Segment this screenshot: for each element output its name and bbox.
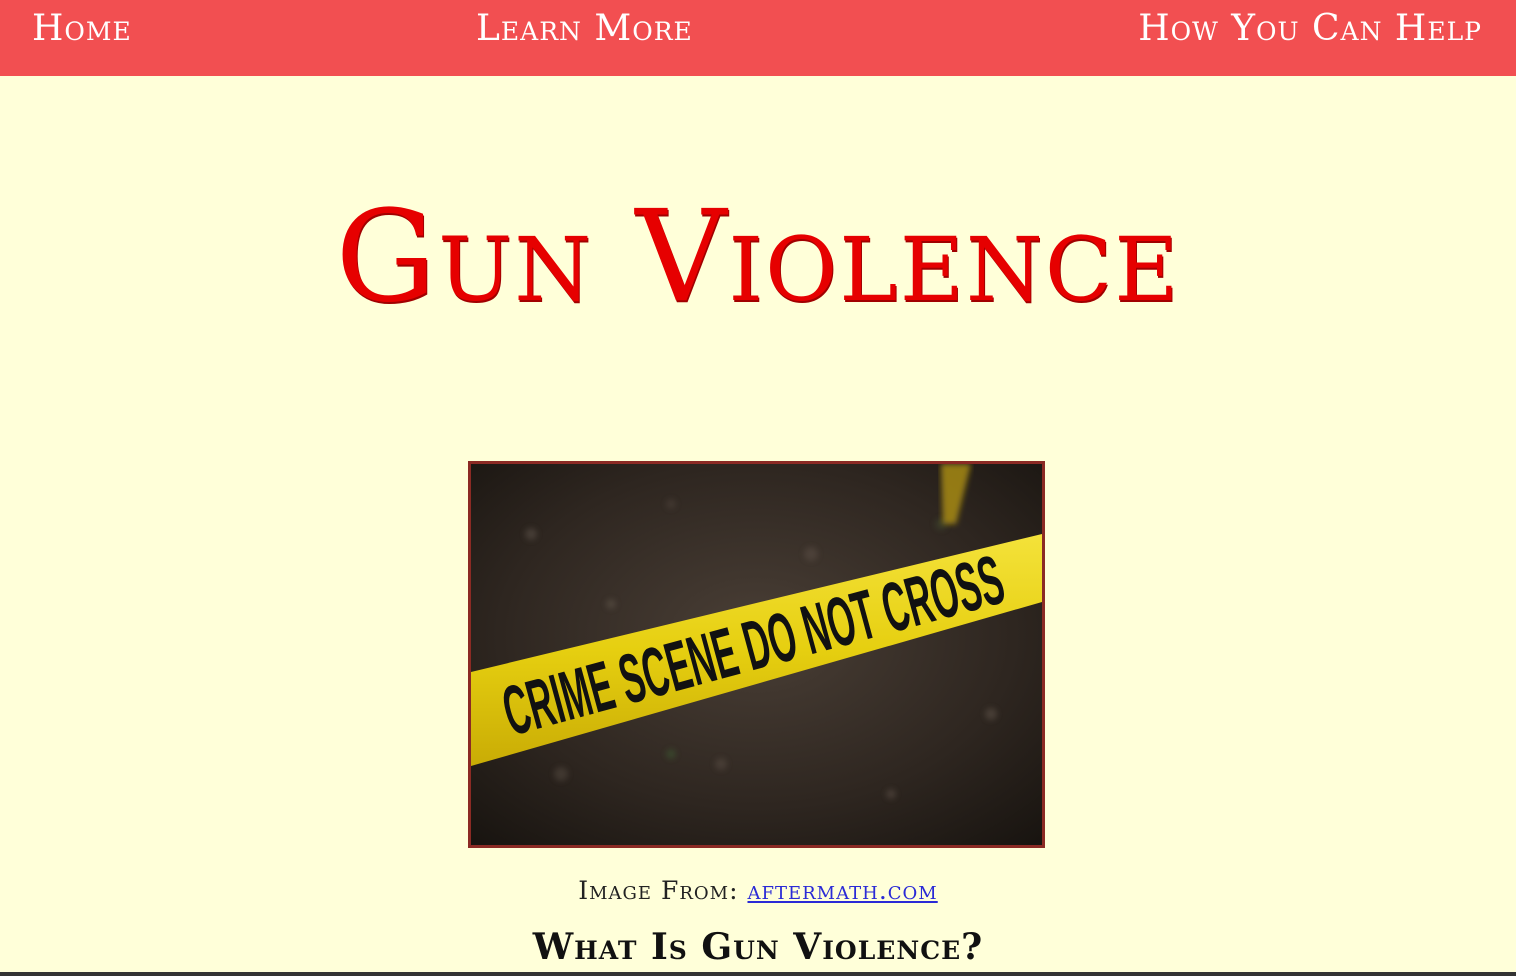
nav-how-you-can-help-link[interactable]: How You Can Help [1138,8,1482,49]
nav-home-link[interactable]: Home [32,8,132,49]
hero-image: CRIME SCENE DO NOT CROSS [468,461,1045,848]
image-credit-prefix: Image From: [578,876,748,905]
page-title: Gun Violence [335,183,1181,330]
top-navbar: Home Learn More How You Can Help [0,0,1516,76]
image-credit-link[interactable]: aftermath.com [747,876,937,905]
divider [0,972,1516,976]
crime-scene-tape-photo: CRIME SCENE DO NOT CROSS [471,464,1042,845]
section-heading: What Is Gun Violence? [532,926,984,968]
nav-learn-more-link[interactable]: Learn More [476,8,693,49]
image-credit: Image From: aftermath.com [0,876,1516,905]
